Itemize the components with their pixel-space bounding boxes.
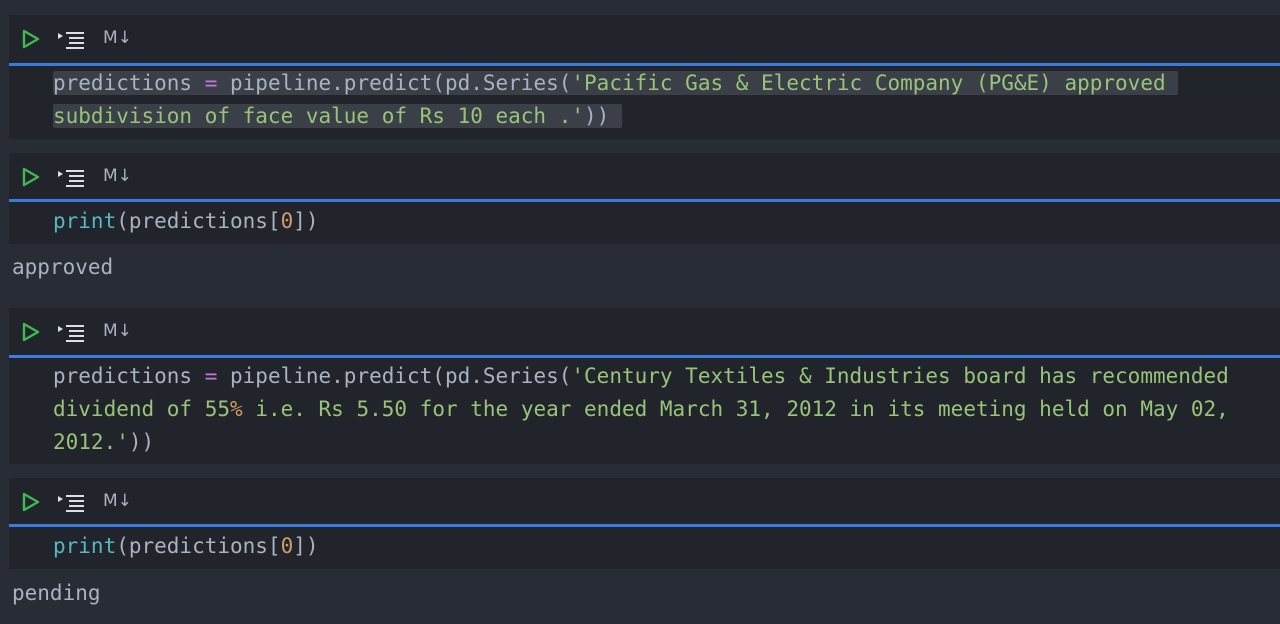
code-token: ]) bbox=[293, 209, 319, 233]
code-cell-1[interactable]: M↓ predictions = pipeline.predict(pd.Ser… bbox=[9, 15, 1280, 139]
markdown-toggle[interactable]: M↓ bbox=[103, 166, 132, 186]
code-token: ]) bbox=[293, 534, 319, 558]
code-editor[interactable]: predictions = pipeline.predict(pd.Series… bbox=[9, 358, 1280, 464]
code-token: subdivision of face value of Rs 10 each … bbox=[53, 104, 585, 128]
cell-toolbar: M↓ bbox=[9, 15, 1280, 63]
code-token: (predictions[ bbox=[116, 534, 281, 558]
code-token: = bbox=[204, 71, 231, 95]
play-icon[interactable] bbox=[21, 322, 41, 342]
code-token: print bbox=[53, 209, 117, 233]
split-cell-icon[interactable] bbox=[57, 29, 87, 49]
split-cell-icon[interactable] bbox=[57, 492, 87, 512]
markdown-toggle[interactable]: M↓ bbox=[103, 321, 132, 341]
code-token: 0 bbox=[280, 534, 294, 558]
cell-toolbar: M↓ bbox=[9, 478, 1280, 526]
play-icon[interactable] bbox=[21, 167, 41, 187]
markdown-toggle[interactable]: M↓ bbox=[103, 491, 132, 511]
code-token: = bbox=[204, 364, 231, 388]
code-token: pipeline.predict(pd.Series( bbox=[230, 71, 572, 95]
code-text[interactable]: predictions = pipeline.predict(pd.Series… bbox=[53, 360, 1229, 459]
code-token: print bbox=[53, 534, 117, 558]
code-token: 2012.' bbox=[53, 430, 129, 454]
code-cell-3[interactable]: M↓ predictions = pipeline.predict(pd.Ser… bbox=[9, 308, 1280, 464]
code-token: )) bbox=[584, 104, 610, 128]
code-token: )) bbox=[128, 430, 155, 454]
code-cell-4[interactable]: M↓ print(predictions[0]) bbox=[9, 478, 1280, 569]
code-token: % bbox=[230, 397, 256, 421]
code-cell-2[interactable]: M↓ print(predictions[0]) bbox=[9, 153, 1280, 244]
code-editor[interactable]: predictions = pipeline.predict(pd.Series… bbox=[9, 66, 1280, 139]
code-token: i.e. Rs 5.50 for the year ended March 31… bbox=[255, 397, 1229, 421]
code-token: predictions bbox=[53, 71, 205, 95]
code-text[interactable]: predictions = pipeline.predict(pd.Series… bbox=[53, 67, 1179, 133]
markdown-toggle[interactable]: M↓ bbox=[103, 28, 132, 48]
play-icon[interactable] bbox=[21, 492, 41, 512]
code-token: 'Pacific Gas & Electric Company (PG&E) a… bbox=[571, 71, 1166, 95]
code-token: (predictions[ bbox=[116, 209, 281, 233]
code-token: 'Century Textiles & Industries board has… bbox=[571, 364, 1229, 388]
cell-output: approved bbox=[12, 255, 114, 279]
code-token: 0 bbox=[280, 209, 294, 233]
play-icon[interactable] bbox=[21, 29, 41, 49]
cell-toolbar: M↓ bbox=[9, 153, 1280, 201]
split-cell-icon[interactable] bbox=[57, 322, 87, 342]
code-editor[interactable]: print(predictions[0]) bbox=[9, 527, 1280, 569]
code-text[interactable]: print(predictions[0]) bbox=[53, 205, 319, 238]
split-cell-icon[interactable] bbox=[57, 167, 87, 187]
code-editor[interactable]: print(predictions[0]) bbox=[9, 202, 1280, 244]
cell-output: pending bbox=[12, 581, 101, 605]
code-token: dividend of 55 bbox=[53, 397, 231, 421]
code-text[interactable]: print(predictions[0]) bbox=[53, 530, 319, 563]
code-token: pipeline.predict(pd.Series( bbox=[230, 364, 572, 388]
cell-toolbar: M↓ bbox=[9, 308, 1280, 356]
code-token: predictions bbox=[53, 364, 205, 388]
